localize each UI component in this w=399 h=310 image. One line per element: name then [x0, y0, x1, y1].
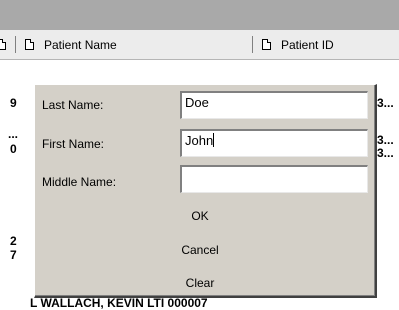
document-icon [0, 39, 6, 50]
ok-button[interactable]: OK [165, 209, 235, 223]
clear-button[interactable]: Clear [165, 276, 235, 290]
last-name-label: Last Name: [42, 98, 104, 112]
row-fragment: 7 [10, 248, 17, 262]
first-name-label: First Name: [42, 137, 105, 151]
middle-name-field[interactable] [180, 165, 368, 193]
middle-name-label: Middle Name: [42, 175, 117, 189]
column-header-label: Patient Name [44, 37, 117, 52]
column-header-patient-id[interactable]: Patient ID [262, 30, 334, 59]
name-search-dialog: Last Name: Doe First Name: John Middle N… [34, 84, 377, 298]
row-fragment: 3... [377, 146, 394, 160]
column-header-label: Patient ID [281, 37, 334, 52]
column-separator[interactable] [252, 36, 253, 53]
column-header-partial[interactable] [0, 30, 6, 59]
row-fragment-bottom: L WALLACH, KEVIN LTI 000007 [30, 296, 208, 310]
cancel-button[interactable]: Cancel [165, 243, 235, 257]
top-bar [0, 0, 399, 30]
column-header-patient-name[interactable]: Patient Name [25, 30, 117, 59]
text-cursor [213, 133, 215, 147]
list-header: Patient Name Patient ID [0, 30, 399, 60]
row-fragment: 2 [10, 234, 17, 248]
row-fragment: 3... [377, 96, 394, 110]
last-name-value: Doe [185, 95, 209, 110]
row-fragment: 9 [10, 96, 17, 110]
document-icon [262, 39, 271, 50]
row-fragment: 3... [377, 133, 394, 147]
last-name-field[interactable]: Doe [180, 91, 368, 119]
document-icon [25, 39, 34, 50]
first-name-value: John [185, 133, 214, 148]
first-name-field[interactable]: John [180, 129, 368, 157]
row-fragment: 0 [10, 142, 17, 156]
column-separator[interactable] [15, 36, 16, 53]
row-fragment: ... [8, 127, 19, 141]
